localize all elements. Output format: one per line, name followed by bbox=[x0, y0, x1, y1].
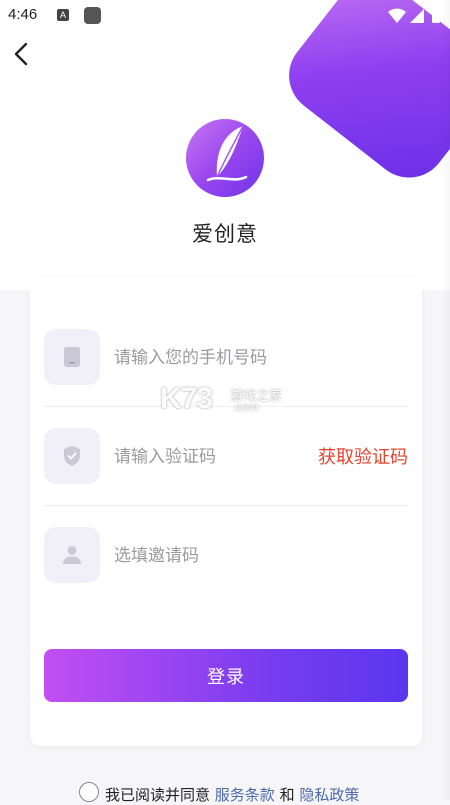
terms-link[interactable]: 服务条款 bbox=[215, 786, 275, 804]
status-time: 4:46 bbox=[8, 6, 38, 23]
agreement-prefix: 我已阅读并同意 bbox=[105, 786, 211, 804]
battery-icon bbox=[432, 9, 440, 23]
user-icon bbox=[63, 546, 81, 564]
feather-icon bbox=[206, 125, 248, 182]
agreement-row: 我已阅读并同意 服务条款 和 隐私政策 bbox=[79, 780, 449, 804]
invite-field bbox=[44, 516, 408, 596]
agreement-text: 我已阅读并同意 服务条款 和 隐私政策 bbox=[105, 784, 359, 805]
app-logo bbox=[186, 119, 264, 197]
phone-icon bbox=[64, 347, 80, 367]
status-bar: 4:46 A bbox=[0, 0, 450, 32]
back-arrow-icon[interactable] bbox=[8, 40, 36, 68]
notification-a-icon: A bbox=[57, 9, 69, 21]
invite-input[interactable] bbox=[114, 542, 304, 570]
edge-shadow bbox=[441, 0, 450, 800]
phone-field bbox=[44, 318, 408, 398]
shield-icon-box bbox=[44, 428, 100, 484]
user-icon-box bbox=[44, 527, 100, 583]
login-card: 获取验证码 登录 bbox=[30, 278, 422, 746]
agree-radio[interactable] bbox=[79, 782, 99, 802]
signal-icon bbox=[410, 9, 424, 23]
code-field: 获取验证码 bbox=[44, 417, 408, 497]
divider bbox=[44, 505, 408, 506]
phone-input[interactable] bbox=[114, 344, 304, 372]
login-button[interactable]: 登录 bbox=[44, 649, 408, 702]
app-name: 爱创意 bbox=[192, 222, 258, 246]
code-input[interactable] bbox=[114, 443, 304, 471]
phone-icon-box bbox=[44, 329, 100, 385]
get-code-button[interactable]: 获取验证码 bbox=[318, 443, 408, 469]
divider bbox=[44, 406, 408, 407]
shield-check-icon bbox=[64, 446, 80, 466]
wifi-icon bbox=[388, 8, 406, 23]
notification-square-icon bbox=[84, 7, 101, 24]
agreement-joiner: 和 bbox=[279, 786, 295, 804]
privacy-link[interactable]: 隐私政策 bbox=[299, 786, 359, 804]
status-icons bbox=[388, 7, 440, 23]
